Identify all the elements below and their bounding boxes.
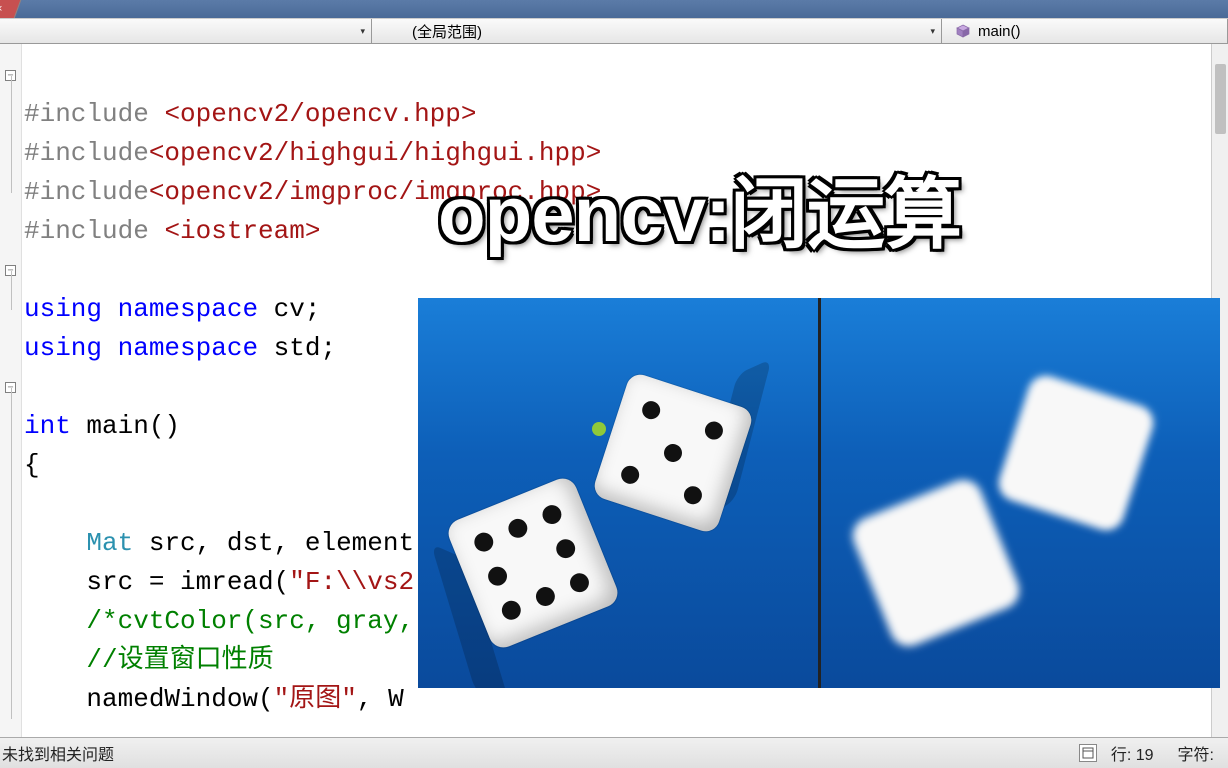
code-text: "F:\\vs2 [289, 567, 414, 597]
code-text: namespace [118, 333, 258, 363]
code-text: ; [320, 333, 336, 363]
fold-gutter: − − − [0, 44, 22, 737]
code-text: "原图" [274, 684, 357, 714]
function-dropdown-value: main() [978, 23, 1021, 40]
code-text: #include [24, 177, 149, 207]
status-bar: 未找到相关问题 行: 19 字符: [0, 737, 1228, 768]
scrollbar-thumb[interactable] [1215, 64, 1226, 134]
status-char: 字符: [1168, 741, 1224, 765]
code-editor[interactable]: − − − #include <opencv2/opencv.hpp> #inc… [0, 44, 1228, 737]
dropdown-arrow-icon: ▾ [930, 26, 935, 37]
close-x: × [0, 3, 3, 15]
code-text: namespace [118, 294, 258, 324]
code-text: using [24, 333, 102, 363]
code-text: <opencv2/imgproc/imgproc.hpp> [149, 177, 601, 207]
close-button[interactable]: × [0, 0, 21, 18]
dropdown-arrow-icon: ▾ [360, 26, 365, 37]
code-text: std [274, 333, 321, 363]
code-text: #include [24, 216, 164, 246]
code-text: <opencv2/highgui/highgui.hpp> [149, 138, 601, 168]
scope-dropdown-2-value: (全局范围) [412, 21, 482, 42]
cube-icon [956, 24, 970, 38]
nav-toolbar: ▾ (全局范围) ▾ main() [0, 18, 1228, 44]
code-text: Mat [86, 528, 133, 558]
code-area[interactable]: #include <opencv2/opencv.hpp> #include<o… [22, 44, 1228, 737]
status-line: 行: 19 [1101, 741, 1164, 765]
code-text: cv [274, 294, 305, 324]
status-issues: 未找到相关问题 [0, 741, 1079, 765]
status-split-button[interactable] [1079, 744, 1097, 762]
code-text: //设置窗口性质 [24, 645, 274, 675]
code-text: #include [24, 99, 164, 129]
code-text: src = imread( [24, 567, 289, 597]
vertical-scrollbar[interactable] [1211, 44, 1228, 737]
code-text: namedWindow( [24, 684, 274, 714]
code-text: #include [24, 138, 149, 168]
code-text: { [24, 450, 40, 480]
function-dropdown[interactable]: main() [942, 19, 1228, 43]
scope-dropdown-1[interactable]: ▾ [0, 19, 372, 43]
scope-dropdown-2[interactable]: (全局范围) ▾ [372, 19, 942, 43]
code-text: , W [357, 684, 404, 714]
code-text: /*cvtColor(src, gray, [24, 606, 414, 636]
code-text: <opencv2/opencv.hpp> [164, 99, 476, 129]
code-text: ; [305, 294, 321, 324]
code-text: src, dst, element [133, 528, 414, 558]
code-text: int [24, 411, 71, 441]
code-text: <iostream> [164, 216, 320, 246]
code-text: main() [71, 411, 180, 441]
code-text: using [24, 294, 102, 324]
